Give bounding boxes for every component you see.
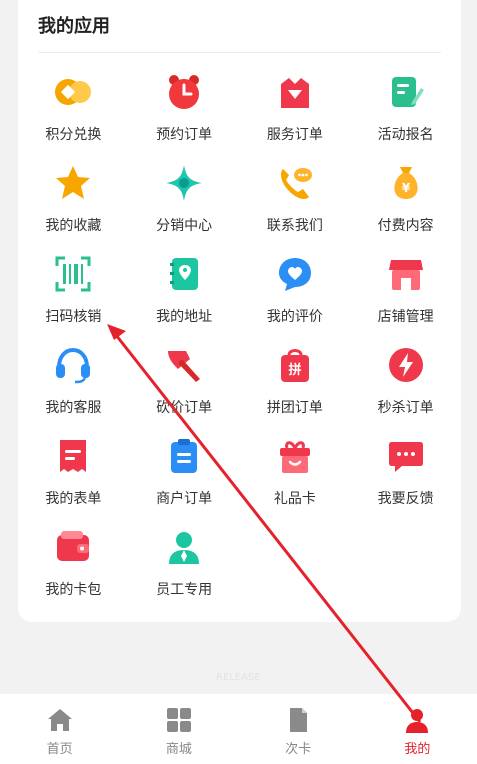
svg-text:拼: 拼 <box>288 362 301 378</box>
app-merchant[interactable]: 商户订单 <box>129 436 240 527</box>
app-label: 我的表单 <box>45 491 102 507</box>
scan-code-icon <box>55 256 91 292</box>
shopping-bag-icon: 拼 <box>280 349 309 382</box>
app-label: 我的客服 <box>45 400 102 416</box>
app-contact[interactable]: 联系我们 <box>240 163 351 254</box>
app-giftcard[interactable]: 礼品卡 <box>240 436 351 527</box>
tab-home[interactable]: 首页 <box>0 694 119 764</box>
app-distribution[interactable]: 分销中心 <box>129 163 240 254</box>
app-label: 付费内容 <box>377 218 434 234</box>
section-title: 我的应用 <box>38 16 110 37</box>
user-icon <box>406 709 429 733</box>
address-book-icon <box>170 258 199 290</box>
watermark: RELEASE <box>216 672 261 683</box>
my-apps-card: 我的应用 积分兑换 预约订单 服务订单 活动报名 我的收藏 分销中心 联系我们 … <box>18 0 461 622</box>
grid-icon <box>166 708 191 732</box>
app-label: 拼团订单 <box>266 400 323 416</box>
coin-exchange-icon <box>55 79 92 105</box>
app-bargain[interactable]: 砍价订单 <box>129 345 240 436</box>
app-label: 秒杀订单 <box>377 400 434 416</box>
edit-form-icon <box>391 77 424 107</box>
tab-mine[interactable]: 我的 <box>358 694 477 764</box>
svg-text:¥: ¥ <box>401 181 410 195</box>
app-label: 店铺管理 <box>377 309 434 325</box>
app-label: 我的收藏 <box>45 218 102 234</box>
app-booking[interactable]: 预约订单 <box>129 72 240 163</box>
app-label: 联系我们 <box>266 218 323 234</box>
app-staff[interactable]: 员工专用 <box>129 527 240 618</box>
app-label: 分销中心 <box>156 218 213 234</box>
app-activity[interactable]: 活动报名 <box>350 72 461 163</box>
app-label: 我的地址 <box>156 309 213 325</box>
app-points[interactable]: 积分兑换 <box>18 72 129 163</box>
tab-label: 次卡 <box>285 742 312 757</box>
card-icon <box>290 708 308 732</box>
staff-icon <box>169 532 200 564</box>
tab-mall[interactable]: 商城 <box>119 694 238 764</box>
app-flash[interactable]: 秒杀订单 <box>350 345 461 436</box>
money-bag-icon: ¥ <box>393 167 418 199</box>
app-feedback[interactable]: 我要反馈 <box>350 436 461 527</box>
app-label: 扫码核销 <box>45 309 102 325</box>
shop-icon <box>388 260 423 290</box>
app-favorites[interactable]: 我的收藏 <box>18 163 129 254</box>
axe-icon <box>168 351 201 382</box>
app-label: 砍价订单 <box>156 400 213 416</box>
phone-chat-icon <box>280 168 312 199</box>
app-label: 积分兑换 <box>45 127 102 143</box>
app-label: 服务订单 <box>266 127 323 143</box>
app-label: 商户订单 <box>156 491 213 507</box>
chat-bubble-icon <box>388 442 423 472</box>
apps-grid: 积分兑换 预约订单 服务订单 活动报名 我的收藏 分销中心 联系我们 ¥ 付费内… <box>18 72 461 618</box>
gift-box-icon <box>279 441 310 473</box>
app-label: 我的卡包 <box>45 582 102 598</box>
wallet-icon <box>57 531 90 561</box>
app-wallet[interactable]: 我的卡包 <box>18 527 129 618</box>
star-icon <box>56 166 91 199</box>
headset-icon <box>56 347 91 384</box>
app-service[interactable]: 服务订单 <box>240 72 351 163</box>
clipboard-icon <box>171 439 198 473</box>
lightning-icon <box>388 348 423 382</box>
bottom-tabbar: 首页 商城 次卡 我的 <box>0 694 477 764</box>
app-label: 我的评价 <box>266 309 323 325</box>
alarm-clock-icon <box>169 75 200 109</box>
app-label: 员工专用 <box>156 582 213 598</box>
home-icon <box>47 709 72 731</box>
heart-bubble-icon <box>278 258 311 291</box>
tab-label: 我的 <box>404 742 431 757</box>
gift-bag-icon <box>280 78 309 108</box>
app-reviews[interactable]: 我的评价 <box>240 254 351 345</box>
app-label: 礼品卡 <box>273 491 316 507</box>
tab-label: 首页 <box>46 742 73 757</box>
divider <box>38 52 441 53</box>
app-label: 活动报名 <box>377 127 434 143</box>
receipt-icon <box>60 440 87 472</box>
app-label: 预约订单 <box>156 127 213 143</box>
app-group[interactable]: 拼 拼团订单 <box>240 345 351 436</box>
tab-card[interactable]: 次卡 <box>239 694 358 764</box>
app-forms[interactable]: 我的表单 <box>18 436 129 527</box>
app-store[interactable]: 店铺管理 <box>350 254 461 345</box>
tab-label: 商城 <box>165 742 192 757</box>
sparkle-icon <box>166 165 203 201</box>
app-scan[interactable]: 扫码核销 <box>18 254 129 345</box>
app-label: 我要反馈 <box>377 491 434 507</box>
app-address[interactable]: 我的地址 <box>129 254 240 345</box>
app-paid[interactable]: ¥ 付费内容 <box>350 163 461 254</box>
app-support[interactable]: 我的客服 <box>18 345 129 436</box>
